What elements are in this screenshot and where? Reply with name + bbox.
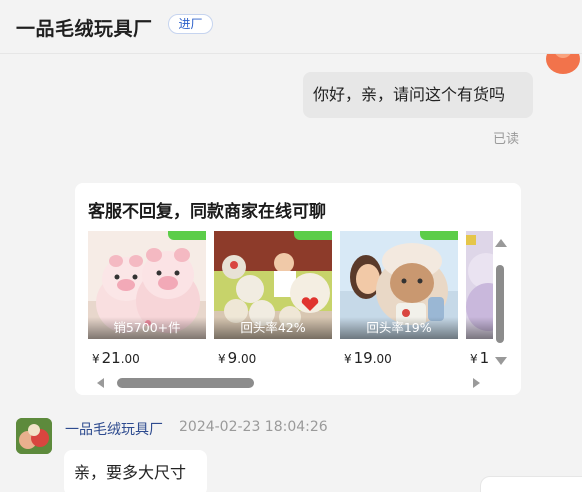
price-integer: 1 [479,349,490,367]
shop-avatar[interactable] [16,418,52,454]
input-toolbar-widget[interactable] [480,476,582,492]
product-item[interactable]: ¥1 [466,231,493,371]
price-integer: 21 [101,349,121,367]
promo-tag [168,231,206,240]
product-stat: 销5700+件 [88,317,206,339]
product-image[interactable]: 回头率19% [340,231,458,339]
currency-symbol: ¥ [92,352,100,366]
similar-products-card: 客服不回复，同款商家在线可聊 销5700+件 ¥ 21.00 回头率42% ¥ … [75,183,521,395]
product-image[interactable] [466,231,493,339]
user-avatar[interactable] [544,54,580,78]
product-price: ¥21.00 [92,349,140,367]
product-carousel: 销5700+件 ¥21.00 回头率42% ¥ 9.00 回头率19% ¥ 19… [88,231,493,371]
product-image[interactable]: 销5700+件 [88,231,206,339]
triangle-up-icon[interactable] [495,239,507,247]
price-integer: 19 [353,349,373,367]
product-price: ¥9.00 [218,349,256,367]
price-decimal: .00 [120,352,140,366]
vertical-scrollbar[interactable] [493,239,507,369]
product-item[interactable]: 回头率19% ¥19.00 [340,231,458,371]
outgoing-message-bubble[interactable]: 你好，亲，请问这个有货吗 [303,72,533,118]
shop-name[interactable]: 一品毛绒玩具厂 [16,14,153,41]
product-price: ¥1 [470,349,489,367]
scroll-thumb[interactable] [496,265,504,343]
currency-symbol: ¥ [218,352,226,366]
promo-tag [294,231,332,240]
product-image[interactable]: 回头率42% [214,231,332,339]
product-item[interactable]: 销5700+件 ¥21.00 [88,231,206,371]
product-stat: 回头率19% [340,317,458,339]
promo-tag [420,231,458,240]
scroll-thumb[interactable] [117,378,254,388]
message-timestamp: 2024-02-23 18:04:26 [179,419,328,435]
currency-symbol: ¥ [344,352,352,366]
sender-name[interactable]: 一品毛绒玩具厂 [65,419,163,439]
horizontal-scrollbar[interactable] [95,376,485,390]
product-stat: 回头率42% [214,317,332,339]
triangle-left-icon[interactable] [97,378,104,388]
price-decimal: .00 [372,352,392,366]
read-status: 已读 [493,132,520,147]
incoming-message-bubble[interactable]: 亲，要多大尺寸 [64,450,207,492]
product-price: ¥19.00 [344,349,392,367]
currency-symbol: ¥ [470,352,478,366]
price-decimal: .00 [237,352,257,366]
shop-avatar-image [16,418,52,454]
product-stat [466,317,493,339]
product-item[interactable]: 回头率42% ¥9.00 [214,231,332,371]
enter-shop-button[interactable]: 进厂 [168,14,213,34]
chat-header: 一品毛绒玩具厂 进厂 [0,0,582,54]
card-title: 客服不回复，同款商家在线可聊 [88,202,326,222]
triangle-down-icon[interactable] [495,357,507,365]
triangle-right-icon[interactable] [473,378,480,388]
price-integer: 9 [227,349,238,367]
